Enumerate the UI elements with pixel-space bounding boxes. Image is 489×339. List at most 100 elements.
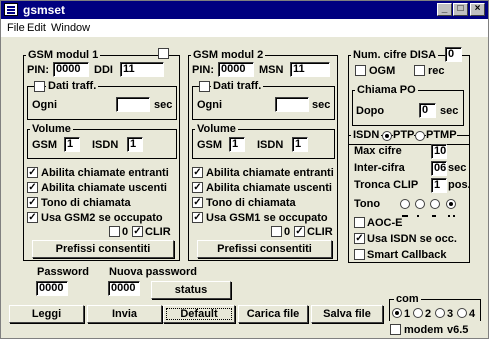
dopo-label: Dopo — [356, 105, 385, 117]
gsm2-traffic-checkbox[interactable] — [199, 81, 210, 92]
gsm1-ogni-label: Ogni — [32, 99, 58, 111]
chiama-po-title: Chiama PO — [355, 84, 418, 96]
gsm1-ddi-label: DDI — [94, 64, 113, 76]
tono-pattern-3 — [432, 215, 436, 217]
com-radio-1[interactable] — [392, 308, 402, 318]
gsm1-opt0-checkbox[interactable]: ✓ — [27, 167, 38, 178]
gsm2-opt2-label: Tono di chiamata — [206, 197, 296, 209]
gsm2-pin-field[interactable]: 0000 — [218, 62, 254, 77]
gsm1-zero-checkbox[interactable] — [109, 226, 120, 237]
modem-checkbox[interactable] — [390, 324, 401, 335]
smart-callback-checkbox[interactable] — [354, 249, 365, 260]
com-radio-4[interactable] — [457, 308, 467, 318]
usa-isdn-checkbox[interactable]: ✓ — [354, 233, 365, 244]
default-button[interactable]: Default — [163, 305, 235, 323]
dopo-field[interactable]: 0 — [419, 103, 436, 118]
gsmset-window: gsmset _ □ × File Edit Window GSM modul … — [0, 0, 489, 339]
com-label-1: 1 — [404, 308, 411, 320]
gsm2-opt1-checkbox[interactable]: ✓ — [192, 182, 203, 193]
gsm2-gsm-vol-label: GSM — [197, 139, 223, 151]
gsm1-pin-label: PIN: — [27, 64, 49, 76]
gsm2-isdn-vol-field[interactable]: 1 — [292, 137, 308, 152]
gsm1-gsm-vol-label: GSM — [32, 139, 58, 151]
gsm1-title: GSM modul 1 — [26, 49, 101, 61]
tono-radio-3[interactable] — [430, 199, 440, 209]
ptmp-label: PTMP — [426, 129, 457, 141]
carica-file-button[interactable]: Carica file — [238, 305, 308, 323]
isdn-label: ISDN — [351, 129, 382, 141]
gsm1-gsm-vol-field[interactable]: 1 — [64, 137, 80, 152]
com-radio-2[interactable] — [413, 308, 423, 318]
com-label-2: 2 — [425, 308, 432, 320]
gsm1-prefix-button[interactable]: Prefissi consentiti — [32, 240, 174, 258]
gsm1-enable-checkbox[interactable] — [158, 48, 169, 59]
inter-cifra-field[interactable]: 06 — [431, 161, 447, 176]
gsm1-traffic-checkbox[interactable] — [34, 81, 45, 92]
gsm1-isdn-vol-field[interactable]: 1 — [127, 137, 143, 152]
gsm1-clir-label: CLIR — [145, 226, 171, 238]
ptmp-radio[interactable] — [415, 131, 425, 141]
gsm1-pin-field[interactable]: 0000 — [53, 62, 89, 77]
gsm2-clir-label: CLIR — [307, 226, 333, 238]
gsm2-ogni-field[interactable] — [275, 97, 309, 112]
tono-pattern-1 — [402, 215, 408, 217]
new-password-label: Nuova password — [109, 266, 198, 278]
window-title: gsmset — [23, 3, 66, 17]
gsm2-opt2-checkbox[interactable]: ✓ — [192, 197, 203, 208]
gsm2-zero-checkbox[interactable] — [271, 226, 282, 237]
gsm1-opt3-checkbox[interactable]: ✓ — [27, 212, 38, 223]
gsm-modul-1-group: GSM modul 1 PIN: 0000 DDI 11 Dati traff.… — [23, 48, 180, 261]
menu-window[interactable]: Window — [51, 22, 90, 34]
gsm1-opt2-label: Tono di chiamata — [41, 197, 131, 209]
salva-file-button[interactable]: Salva file — [311, 305, 383, 323]
inter-cifra-label: Inter-cifra — [354, 162, 405, 174]
gsm1-ddi-field[interactable]: 11 — [120, 62, 164, 77]
max-cifre-label: Max cifre — [354, 145, 402, 157]
gsm2-opt0-checkbox[interactable]: ✓ — [192, 167, 203, 178]
inter-cifra-unit: sec — [448, 162, 467, 174]
gsm2-isdn-vol-label: ISDN — [257, 139, 284, 151]
gsm2-gsm-vol-field[interactable]: 1 — [229, 137, 245, 152]
password-label: Password — [37, 266, 89, 278]
tono-radio-1[interactable] — [400, 199, 410, 209]
ogm-checkbox[interactable] — [355, 65, 366, 76]
leggi-button[interactable]: Leggi — [9, 305, 84, 323]
tono-radio-4[interactable] — [446, 199, 456, 209]
ptp-radio[interactable] — [382, 131, 392, 141]
app-icon — [4, 3, 18, 16]
password-field[interactable]: 0000 — [36, 281, 68, 296]
gsm2-clir-checkbox[interactable]: ✓ — [294, 226, 305, 237]
gsm1-opt1-checkbox[interactable]: ✓ — [27, 182, 38, 193]
ptp-label: PTP — [393, 129, 415, 141]
disa-field[interactable]: 0 — [445, 47, 462, 62]
gsm1-zero-label: 0 — [122, 226, 129, 238]
chiama-po-group: Chiama PO Dopo 0 sec — [352, 84, 464, 126]
gsm2-sec-label: sec — [312, 99, 331, 111]
aoce-checkbox[interactable] — [354, 217, 365, 228]
gsm2-traffic-group: Dati traff. Ogni sec — [192, 80, 335, 120]
isdn-group: ISDN PTP PTMP Max cifre 10 Inter-cifra 0… — [348, 129, 471, 263]
menu-edit[interactable]: Edit — [27, 22, 46, 34]
invia-button[interactable]: Invia — [87, 305, 162, 323]
gsm2-zero-label: 0 — [284, 226, 291, 238]
maximize-button[interactable]: □ — [453, 3, 468, 16]
tronca-clip-field[interactable]: 1 — [431, 178, 447, 193]
tono-radio-2[interactable] — [415, 199, 425, 209]
gsm2-ogni-label: Ogni — [197, 99, 223, 111]
gsm2-msn-field[interactable]: 11 — [290, 62, 330, 77]
close-button[interactable]: × — [470, 3, 485, 16]
gsm1-ogni-field[interactable] — [116, 97, 150, 112]
minimize-button[interactable]: _ — [437, 3, 452, 16]
max-cifre-field[interactable]: 10 — [431, 144, 447, 159]
status-button[interactable]: status — [151, 281, 231, 299]
gsm1-opt2-checkbox[interactable]: ✓ — [27, 197, 38, 208]
gsm1-traffic-group: Dati traff. Ogni sec — [27, 80, 177, 120]
rec-checkbox[interactable] — [414, 65, 425, 76]
com-radio-3[interactable] — [435, 308, 445, 318]
gsm2-prefix-button[interactable]: Prefissi consentiti — [197, 240, 332, 258]
new-password-field[interactable]: 0000 — [108, 281, 140, 296]
ogm-label: OGM — [369, 65, 396, 77]
menu-file[interactable]: File — [7, 22, 25, 34]
gsm1-clir-checkbox[interactable]: ✓ — [132, 226, 143, 237]
gsm2-opt3-checkbox[interactable]: ✓ — [192, 212, 203, 223]
